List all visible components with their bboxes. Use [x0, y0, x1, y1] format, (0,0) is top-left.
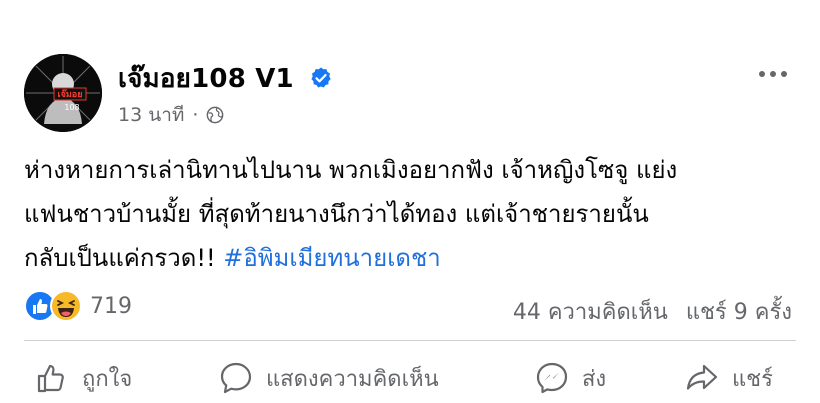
author-name[interactable]: เจ๊มอย108 V1	[118, 58, 333, 99]
hashtag-link[interactable]: #อิพิมเมียทนายเดชา	[223, 244, 441, 272]
messenger-icon	[536, 362, 568, 394]
avatar-text: เจ๊มอย	[58, 89, 83, 100]
globe-icon[interactable]	[206, 106, 224, 124]
haha-reaction-icon	[50, 290, 82, 322]
post-text: ห่างหายการเล่านิทานไปนาน พวกเมิงอยากฟัง …	[24, 148, 804, 280]
like-button[interactable]: ถูกใจ	[34, 358, 132, 398]
send-label: ส่ง	[582, 366, 607, 392]
post-meta: 13 นาที ·	[118, 100, 224, 130]
like-icon	[37, 364, 64, 393]
comments-count[interactable]: 44 ความคิดเห็น	[513, 294, 668, 329]
send-button[interactable]: ส่ง	[534, 358, 606, 398]
reactions-summary[interactable]: 719	[24, 290, 132, 322]
avatar-number: 108	[64, 103, 79, 112]
comment-label: แสดงความคิดเห็น	[266, 366, 439, 392]
post-time[interactable]: 13 นาที	[118, 100, 184, 130]
avatar[interactable]: เจ๊มอย 108	[24, 54, 102, 132]
shares-count[interactable]: แชร์ 9 ครั้ง	[686, 294, 792, 329]
post-text-segment: กลับเป็นแค่กรวด!!	[24, 244, 224, 272]
share-button[interactable]: แชร์	[684, 358, 773, 398]
comment-button[interactable]: แสดงความคิดเห็น	[218, 358, 439, 398]
author-name-text[interactable]: เจ๊มอย108 V1	[118, 64, 294, 94]
post-text-line: แฟนชาวบ้านมั้ย ที่สุดท้ายนางนึกว่าได้ทอง…	[24, 200, 649, 228]
more-options-icon[interactable]	[756, 64, 790, 84]
verified-badge-icon	[311, 67, 331, 87]
comment-icon	[220, 362, 252, 394]
action-bar: ถูกใจ แสดงความคิดเห็น ส่ง แชร์	[0, 352, 820, 400]
divider	[24, 340, 796, 341]
share-label: แชร์	[732, 366, 773, 392]
post-text-line: กลับเป็นแค่กรวด!! #อิพิมเมียทนายเดชา	[24, 236, 804, 280]
avatar-image: เจ๊มอย 108	[24, 54, 102, 132]
post-text-line: ห่างหายการเล่านิทานไปนาน พวกเมิงอยากฟัง …	[24, 156, 678, 184]
meta-separator: ·	[192, 104, 199, 126]
like-label: ถูกใจ	[82, 366, 133, 392]
engagement-counts: 44 ความคิดเห็น แชร์ 9 ครั้ง	[513, 294, 792, 329]
facebook-post: เจ๊มอย 108 เจ๊มอย108 V1 13 นาที · ห่างหา…	[0, 0, 820, 403]
reaction-count[interactable]: 719	[90, 294, 132, 319]
share-icon	[686, 364, 718, 390]
